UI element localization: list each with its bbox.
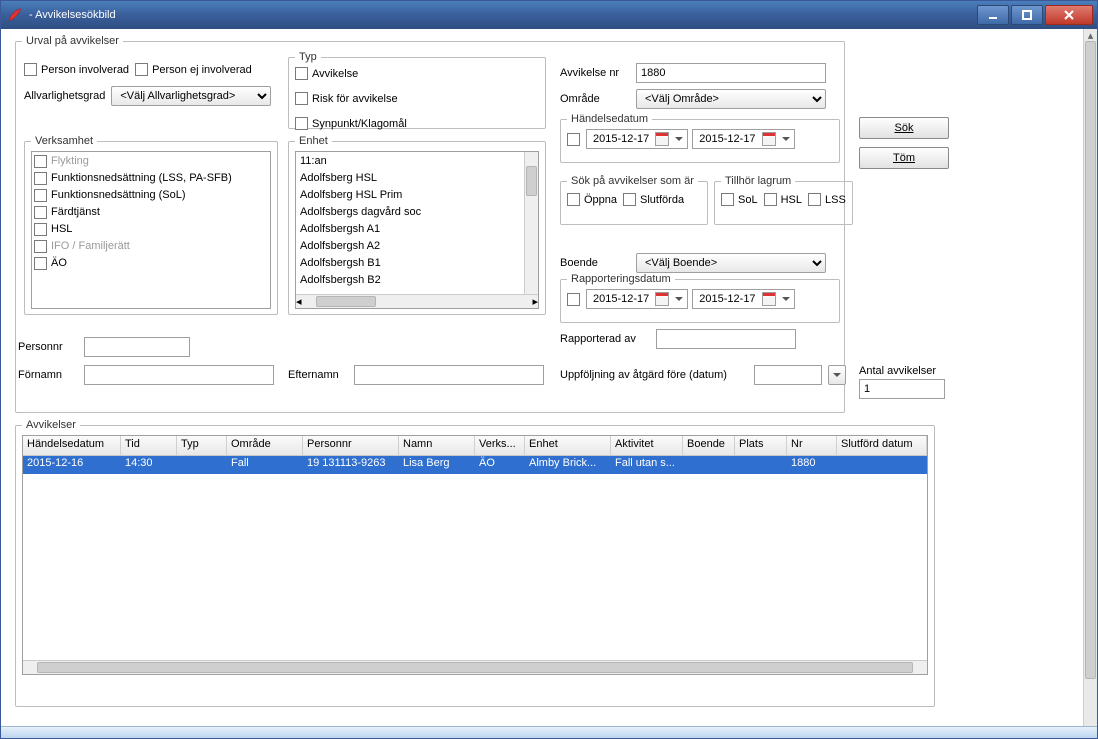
efternamn-input[interactable] — [354, 365, 544, 385]
grid-column-header[interactable]: Aktivitet — [611, 436, 683, 455]
taskbar — [1, 726, 1097, 738]
handelsedatum-to-input[interactable]: 2015-12-17 — [692, 129, 794, 149]
calendar-icon — [762, 132, 776, 146]
personnr-label: Personnr — [18, 341, 78, 353]
avvikelser-group: Avvikelser HändelsedatumTidTypOmrådePers… — [15, 419, 935, 707]
rapportering-from-input[interactable]: 2015-12-17 — [586, 289, 688, 309]
avvikelse-nr-label: Avvikelse nr — [560, 67, 630, 79]
enhet-item[interactable]: Adolfsbergs dagvård soc — [298, 204, 522, 221]
uppfoljning-dropdown[interactable] — [828, 365, 846, 385]
handelsedatum-group: Händelsedatum 2015-12-17 2015-12-17 — [560, 113, 840, 163]
titlebar: - Avvikelsesökbild — [1, 1, 1097, 29]
typ-group: Typ Avvikelse Risk för avvikelse Synpunk… — [288, 51, 546, 129]
enhet-item[interactable]: Adolfsbergsh B1 — [298, 255, 522, 272]
maximize-button[interactable] — [1011, 5, 1043, 25]
sok-button[interactable]: Sök — [859, 117, 949, 139]
typ-risk-checkbox[interactable]: Risk för avvikelse — [295, 92, 539, 105]
boende-combo[interactable]: <Välj Boende> — [636, 253, 826, 273]
allvarlighetsgrad-label: Allvarlighetsgrad — [24, 90, 105, 102]
person-involverad-checkbox[interactable]: Person involverad — [24, 63, 129, 76]
grid-column-header[interactable]: Typ — [177, 436, 227, 455]
enhet-item[interactable]: 11:an — [298, 153, 522, 170]
enhet-item[interactable]: Adolfsbergsh A2 — [298, 238, 522, 255]
enhet-scrollbar-v[interactable] — [524, 152, 538, 294]
grid-column-header[interactable]: Slutförd datum — [837, 436, 927, 455]
rapporterad-av-input[interactable] — [656, 329, 796, 349]
verksamhet-item[interactable]: Färdtjänst — [34, 204, 254, 221]
grid-column-header[interactable]: Enhet — [525, 436, 611, 455]
antal-value — [859, 379, 945, 399]
grid-column-header[interactable]: Tid — [121, 436, 177, 455]
verksamhet-item[interactable]: Funktionsnedsättning (SoL) — [34, 187, 254, 204]
grid-column-header[interactable]: Namn — [399, 436, 475, 455]
app-feather-icon — [7, 7, 23, 23]
uppfoljning-label: Uppföljning av åtgärd före (datum) — [560, 369, 727, 381]
grid-column-header[interactable]: Nr — [787, 436, 837, 455]
omrade-label: Område — [560, 93, 630, 105]
grid-column-header[interactable]: Område — [227, 436, 303, 455]
sol-checkbox[interactable]: SoL — [721, 193, 758, 206]
grid-column-header[interactable]: Händelsedatum — [23, 436, 121, 455]
main-vertical-scrollbar[interactable]: ▴ ▾ — [1083, 29, 1097, 738]
verksamhet-group: Verksamhet FlyktingFunktionsnedsättning … — [24, 135, 278, 315]
slutforda-checkbox[interactable]: Slutförda — [623, 193, 684, 206]
enhet-group: Enhet 11:anAdolfsberg HSLAdolfsberg HSL … — [288, 135, 546, 315]
boende-label: Boende — [560, 257, 630, 269]
minimize-button[interactable] — [977, 5, 1009, 25]
omrade-combo[interactable]: <Välj Område> — [636, 89, 826, 109]
urval-legend: Urval på avvikelser — [22, 35, 123, 47]
efternamn-label: Efternamn — [288, 369, 348, 381]
handelsedatum-from-enable[interactable] — [567, 133, 580, 146]
sok-pa-group: Sök på avvikelser som är Öppna Slutförda — [560, 175, 708, 225]
close-button[interactable] — [1045, 5, 1093, 25]
enhet-item[interactable]: Adolfsbergsh A1 — [298, 221, 522, 238]
enhet-scrollbar-h[interactable]: ◂▸ — [296, 294, 538, 308]
person-ej-involverad-checkbox[interactable]: Person ej involverad — [135, 63, 252, 76]
typ-synpunkt-checkbox[interactable]: Synpunkt/Klagomål — [295, 117, 539, 130]
fornamn-label: Förnamn — [18, 369, 78, 381]
rapporteringsdatum-group: Rapporteringsdatum 2015-12-17 2015-12-17 — [560, 273, 840, 323]
grid-column-header[interactable]: Boende — [683, 436, 735, 455]
enhet-listbox[interactable]: 11:anAdolfsberg HSLAdolfsberg HSL PrimAd… — [295, 151, 539, 309]
grid-column-header[interactable]: Plats — [735, 436, 787, 455]
oppna-checkbox[interactable]: Öppna — [567, 193, 617, 206]
app-window: - Avvikelsesökbild ▴ ▾ Urval på avvikels… — [0, 0, 1098, 739]
antal-label: Antal avvikelser — [859, 365, 959, 377]
rapporterad-av-label: Rapporterad av — [560, 333, 650, 345]
calendar-icon — [655, 132, 669, 146]
window-title: - Avvikelsesökbild — [29, 9, 975, 21]
rapportering-from-enable[interactable] — [567, 293, 580, 306]
calendar-icon — [655, 292, 669, 306]
grid-column-header[interactable]: Verks... — [475, 436, 525, 455]
tom-button[interactable]: Töm — [859, 147, 949, 169]
grid-column-header[interactable]: Personnr — [303, 436, 399, 455]
allvarlighetsgrad-combo[interactable]: <Välj Allvarlighetsgrad> — [111, 86, 271, 106]
grid-row[interactable]: 2015-12-1614:30Fall19 131113-9263Lisa Be… — [23, 456, 927, 474]
tillhor-group: Tillhör lagrum SoL HSL LSS — [714, 175, 853, 225]
urval-group: Urval på avvikelser Person involverad Pe… — [15, 35, 845, 413]
personnr-input[interactable] — [84, 337, 190, 357]
grid-scrollbar-h[interactable] — [23, 660, 927, 674]
verksamhet-item[interactable]: HSL — [34, 221, 254, 238]
fornamn-input[interactable] — [84, 365, 274, 385]
handelsedatum-from-input[interactable]: 2015-12-17 — [586, 129, 688, 149]
uppfoljning-input[interactable] — [754, 365, 822, 385]
typ-avvikelse-checkbox[interactable]: Avvikelse — [295, 67, 539, 80]
avvikelser-grid[interactable]: HändelsedatumTidTypOmrådePersonnrNamnVer… — [22, 435, 928, 675]
lss-checkbox[interactable]: LSS — [808, 193, 846, 206]
enhet-item[interactable]: Adolfsbergsh B2 — [298, 272, 522, 289]
avvikelse-nr-input[interactable] — [636, 63, 826, 83]
verksamhet-listbox[interactable]: FlyktingFunktionsnedsättning (LSS, PA-SF… — [31, 151, 271, 309]
calendar-icon — [762, 292, 776, 306]
verksamhet-item[interactable]: Flykting — [34, 153, 254, 170]
verksamhet-item[interactable]: IFO / Familjerätt — [34, 238, 254, 255]
enhet-item[interactable]: Adolfsberg HSL — [298, 170, 522, 187]
hsl-checkbox[interactable]: HSL — [764, 193, 802, 206]
verksamhet-item[interactable]: Funktionsnedsättning (LSS, PA-SFB) — [34, 170, 254, 187]
client-area: Urval på avvikelser Person involverad Pe… — [1, 29, 1083, 710]
verksamhet-item[interactable]: ÄO — [34, 255, 254, 272]
enhet-item[interactable]: Adolfsberg HSL Prim — [298, 187, 522, 204]
rapportering-to-input[interactable]: 2015-12-17 — [692, 289, 794, 309]
